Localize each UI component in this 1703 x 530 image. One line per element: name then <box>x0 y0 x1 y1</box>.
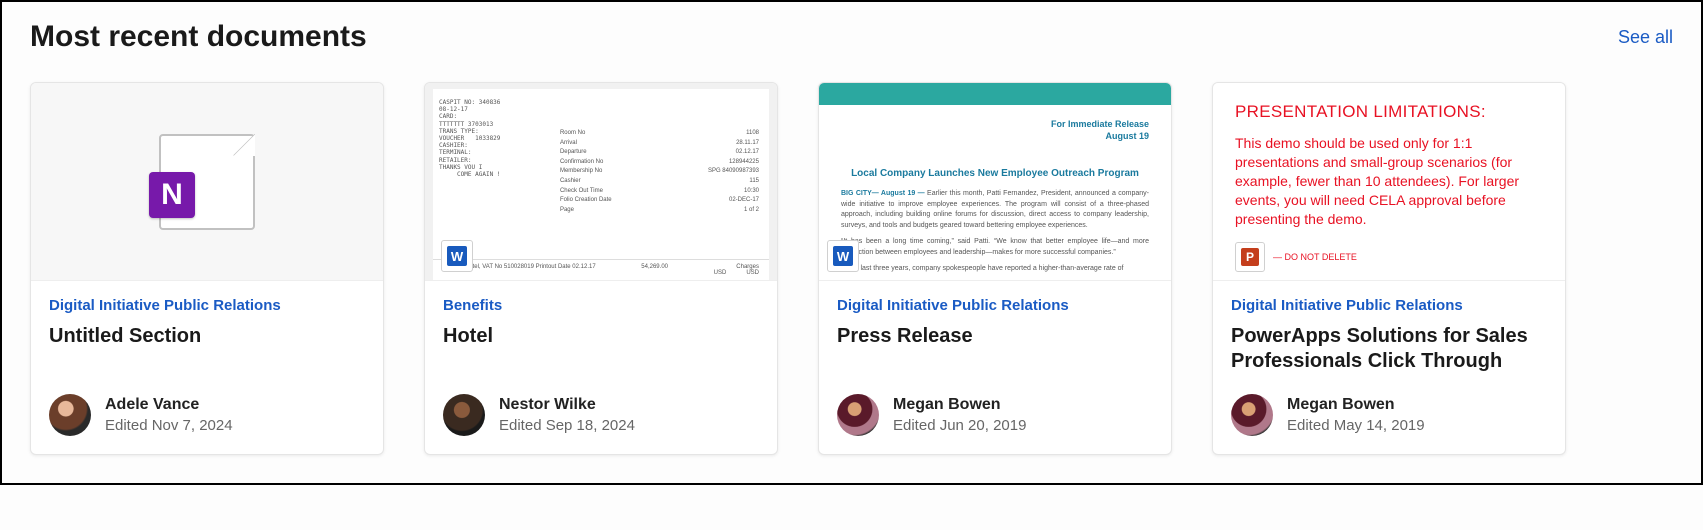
onenote-icon: N <box>149 172 195 218</box>
ppt-chip-text: — DO NOT DELETE <box>1273 251 1357 263</box>
word-icon: W <box>827 240 859 272</box>
receipt-row: Arrival28.11.17 <box>560 139 759 149</box>
receipt-footer-right: Charges USD USD <box>714 264 759 276</box>
edited-date: Edited Sep 18, 2024 <box>499 416 635 436</box>
see-all-link[interactable]: See all <box>1618 27 1673 48</box>
document-thumbnail: PRESENTATION LIMITATIONS: This demo shou… <box>1213 83 1565 281</box>
document-cards: N Digital Initiative Public Relations Un… <box>30 82 1673 455</box>
document-category[interactable]: Digital Initiative Public Relations <box>49 297 365 314</box>
receipt-row: Check Out Time10:30 <box>560 187 759 197</box>
receipt-footer: Tel Aviv Hotel, VAT No 510028019 Printou… <box>433 259 769 280</box>
receipt-footer-mid: 54,269.00 <box>641 264 668 276</box>
document-card[interactable]: PRESENTATION LIMITATIONS: This demo shou… <box>1212 82 1566 455</box>
author-meta: Adele Vance Edited Nov 7, 2024 <box>105 394 233 436</box>
press-body: For Immediate Release August 19 Local Co… <box>819 105 1171 275</box>
document-category[interactable]: Benefits <box>443 297 759 314</box>
document-title: Untitled Section <box>49 324 365 376</box>
document-info: Digital Initiative Public Relations Pres… <box>819 281 1171 454</box>
author-row: Megan Bowen Edited May 14, 2019 <box>1231 394 1547 436</box>
document-info: Digital Initiative Public Relations Unti… <box>31 281 383 454</box>
receipt-row: Cashier115 <box>560 177 759 187</box>
edited-date: Edited Jun 20, 2019 <box>893 416 1026 436</box>
press-tag-line1: For Immediate Release <box>841 119 1149 131</box>
document-info: Benefits Hotel Nestor Wilke Edited Sep 1… <box>425 281 777 454</box>
section-header: Most recent documents See all <box>30 20 1673 54</box>
press-release-tag: For Immediate Release August 19 <box>841 119 1149 142</box>
author-row: Adele Vance Edited Nov 7, 2024 <box>49 394 365 436</box>
ppt-warning-title: PRESENTATION LIMITATIONS: <box>1235 101 1543 124</box>
powerpoint-icon: P <box>1235 242 1265 272</box>
document-thumbnail: CASPIT NO: 340836 08-12-17 CARD: TTTTTTT… <box>425 83 777 281</box>
document-thumbnail: N <box>31 83 383 281</box>
press-para2: “It has been a long time coming,” said P… <box>841 237 1149 258</box>
author-name: Adele Vance <box>105 394 233 416</box>
press-headline: Local Company Launches New Employee Outr… <box>841 168 1149 179</box>
author-meta: Megan Bowen Edited May 14, 2019 <box>1287 394 1425 436</box>
press-para: BIG CITY— August 19 — Earlier this month… <box>841 189 1149 231</box>
document-card[interactable]: CASPIT NO: 340836 08-12-17 CARD: TTTTTTT… <box>424 82 778 455</box>
document-title: Hotel <box>443 324 759 376</box>
author-meta: Megan Bowen Edited Jun 20, 2019 <box>893 394 1026 436</box>
author-meta: Nestor Wilke Edited Sep 18, 2024 <box>499 394 635 436</box>
receipt-row: Folio Creation Date02-DEC-17 <box>560 196 759 206</box>
document-card[interactable]: N Digital Initiative Public Relations Un… <box>30 82 384 455</box>
press-tag-line2: August 19 <box>841 131 1149 143</box>
receipt-row: Membership NoSPG 84090987393 <box>560 167 759 177</box>
ppt-warning-body: This demo should be used only for 1:1 pr… <box>1235 134 1543 228</box>
author-row: Megan Bowen Edited Jun 20, 2019 <box>837 394 1153 436</box>
receipt-preview: CASPIT NO: 340836 08-12-17 CARD: TTTTTTT… <box>433 89 769 280</box>
document-category[interactable]: Digital Initiative Public Relations <box>837 297 1153 314</box>
receipt-row: Page1 of 2 <box>560 206 759 216</box>
document-category[interactable]: Digital Initiative Public Relations <box>1231 297 1547 314</box>
avatar <box>1231 394 1273 436</box>
receipt-right-rows: Room No1108Arrival28.11.17Departure02.12… <box>554 89 769 280</box>
receipt-row: Confirmation No128944225 <box>560 158 759 168</box>
document-title: Press Release <box>837 324 1153 376</box>
author-row: Nestor Wilke Edited Sep 18, 2024 <box>443 394 759 436</box>
word-icon: W <box>441 240 473 272</box>
receipt-row: Departure02.12.17 <box>560 148 759 158</box>
author-name: Nestor Wilke <box>499 394 635 416</box>
section-title: Most recent documents <box>30 20 367 54</box>
ppt-chip-row: P — DO NOT DELETE <box>1235 242 1543 272</box>
onenote-page-icon: N <box>159 134 255 230</box>
avatar <box>49 394 91 436</box>
document-thumbnail: For Immediate Release August 19 Local Co… <box>819 83 1171 281</box>
avatar <box>443 394 485 436</box>
document-info: Digital Initiative Public Relations Powe… <box>1213 281 1565 454</box>
document-title: PowerApps Solutions for Sales Profession… <box>1231 324 1547 376</box>
press-lead: BIG CITY— August 19 — <box>841 190 925 197</box>
receipt-row: Room No1108 <box>560 129 759 139</box>
press-para3: In the last three years, company spokesp… <box>841 264 1149 275</box>
author-name: Megan Bowen <box>893 394 1026 416</box>
document-card[interactable]: For Immediate Release August 19 Local Co… <box>818 82 1172 455</box>
press-header-bar <box>819 83 1171 105</box>
edited-date: Edited May 14, 2019 <box>1287 416 1425 436</box>
edited-date: Edited Nov 7, 2024 <box>105 416 233 436</box>
author-name: Megan Bowen <box>1287 394 1425 416</box>
recent-documents-section: Most recent documents See all N Digital … <box>0 0 1703 485</box>
avatar <box>837 394 879 436</box>
